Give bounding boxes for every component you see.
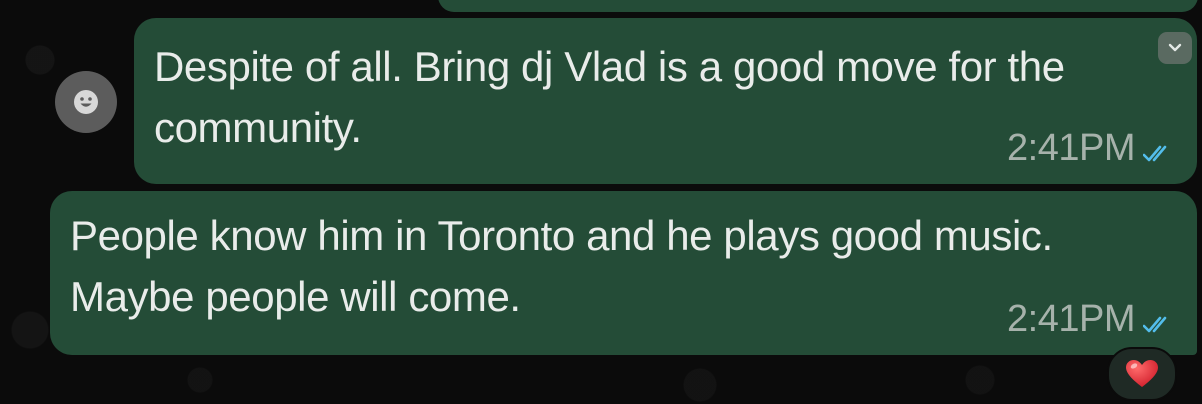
avatar-face-icon [74, 90, 98, 114]
avatar[interactable] [55, 71, 117, 133]
chevron-down-icon [1168, 43, 1182, 52]
message-line: Despite of all. Bring dj Vlad is a good … [154, 43, 1065, 90]
previous-message-bubble[interactable] [438, 0, 1198, 12]
message-timestamp: 2:41PM [1007, 127, 1135, 169]
message-timestamp: 2:41PM [1007, 298, 1135, 340]
message-bubble[interactable]: People know him in Toronto and he plays … [50, 191, 1197, 355]
chat-background: Despite of all. Bring dj Vlad is a good … [0, 0, 1202, 404]
message-line: People know him in Toronto and he plays … [70, 212, 1053, 259]
double-check-icon [1143, 145, 1167, 161]
message-bubble[interactable]: Despite of all. Bring dj Vlad is a good … [134, 18, 1197, 184]
reaction-badge[interactable] [1107, 347, 1177, 401]
heart-icon [1126, 360, 1158, 387]
message-meta: 2:41PM [1007, 127, 1173, 170]
message-meta: 2:41PM [1007, 298, 1173, 341]
message-options-button[interactable] [1158, 32, 1192, 64]
double-check-icon [1143, 316, 1167, 332]
